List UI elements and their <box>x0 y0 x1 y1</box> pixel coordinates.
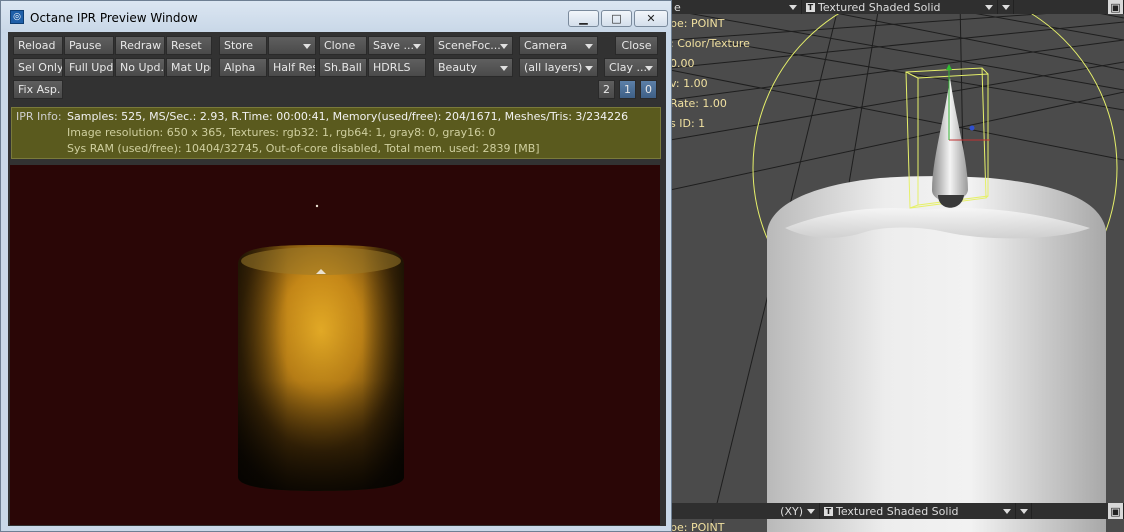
info-line: 0.00 <box>670 57 695 70</box>
gpu-2-button[interactable]: 2 <box>598 80 615 99</box>
store-button[interactable]: Store <box>219 36 267 55</box>
window-title: Octane IPR Preview Window <box>30 11 198 25</box>
ipr-memory-line: Sys RAM (used/free): 10404/32745, Out-of… <box>67 142 540 155</box>
gpu-0-button[interactable]: 0 <box>640 80 657 99</box>
view-type-dropdown[interactable]: e <box>670 0 802 14</box>
render-mode-dropdown[interactable]: T Textured Shaded Solid <box>802 0 998 14</box>
render-preview[interactable] <box>10 165 660 525</box>
render-mode-label: Textured Shaded Solid <box>818 0 941 14</box>
close-button[interactable]: Close <box>615 36 658 55</box>
view-type-dropdown[interactable]: (XY) <box>670 503 820 519</box>
view-type-label: e <box>674 0 681 14</box>
chevron-down-icon <box>789 4 797 10</box>
pause-button[interactable]: Pause <box>64 36 114 55</box>
ipr-info-label: IPR Info: <box>16 110 62 123</box>
close-icon: ✕ <box>646 12 656 25</box>
3d-viewport[interactable]: e T Textured Shaded Solid ▣ pe: POINT : … <box>670 0 1124 532</box>
info-line: s ID: 1 <box>670 117 706 130</box>
octane-app-icon: ◎ <box>10 10 24 24</box>
render-mode-label: Textured Shaded Solid <box>836 504 959 518</box>
camera-icon: ▣ <box>1110 0 1121 14</box>
camera-dropdown[interactable]: Camera <box>519 36 598 55</box>
chevron-down-icon <box>807 508 815 514</box>
minimize-icon: ▁ <box>579 12 588 25</box>
info-line: pe: POINT <box>670 17 725 30</box>
reset-button[interactable]: Reset <box>166 36 212 55</box>
ipr-stats-line: Samples: 525, MS/Sec.: 2.93, R.Time: 00:… <box>67 110 629 123</box>
alpha-button[interactable]: Alpha <box>219 58 267 77</box>
flame-spark <box>315 204 319 208</box>
redraw-button[interactable]: Redraw <box>115 36 165 55</box>
info-line: Rate: 1.00 <box>670 97 727 110</box>
camera-icon: ▣ <box>1110 504 1121 518</box>
layers-dropdown[interactable]: (all layers) <box>519 58 598 77</box>
sel-only-button[interactable]: Sel Only <box>13 58 63 77</box>
maximize-icon: □ <box>611 12 622 25</box>
viewport-header-top: e T Textured Shaded Solid ▣ <box>670 0 1124 14</box>
render-pass-dropdown[interactable]: Beauty <box>433 58 513 77</box>
rendered-candle-image <box>10 165 660 525</box>
shader-ball-button[interactable]: Sh.Ball <box>319 58 367 77</box>
chevron-down-icon <box>1001 4 1010 10</box>
ipr-client-area: Reload Pause Redraw Reset Store Clone Sa… <box>8 32 666 526</box>
ipr-info-panel: IPR Info: Samples: 525, MS/Sec.: 2.93, R… <box>11 107 661 159</box>
viewport-header-bottom: (XY) T Textured Shaded Solid ▣ <box>670 503 1124 519</box>
viewport-options-button[interactable] <box>1016 503 1032 519</box>
camera-snapshot-button[interactable]: ▣ <box>1108 0 1124 14</box>
scene-focus-dropdown[interactable]: SceneFoc... <box>433 36 513 55</box>
chevron-down-icon <box>1003 508 1011 514</box>
half-res-button[interactable]: Half Res <box>268 58 316 77</box>
view-type-label: (XY) <box>780 504 803 518</box>
info-line: v: 1.00 <box>670 77 708 90</box>
clone-button[interactable]: Clone <box>319 36 367 55</box>
chevron-down-icon <box>1019 508 1028 514</box>
ipr-resolution-line: Image resolution: 650 x 365, Textures: r… <box>67 126 496 139</box>
ipr-preview-window: ◎ Octane IPR Preview Window ▁ □ ✕ Reload… <box>0 0 672 532</box>
no-update-button[interactable]: No Upd. <box>115 58 165 77</box>
maximize-button[interactable]: □ <box>601 10 632 27</box>
texture-icon: T <box>806 2 815 12</box>
reload-button[interactable]: Reload <box>13 36 63 55</box>
close-window-button[interactable]: ✕ <box>634 10 668 27</box>
fix-aspect-button[interactable]: Fix Asp. <box>13 80 63 99</box>
full-update-button[interactable]: Full Upd. <box>64 58 114 77</box>
store-slot-dropdown[interactable] <box>268 36 316 55</box>
save-dropdown[interactable]: Save ... <box>368 36 426 55</box>
minimize-button[interactable]: ▁ <box>568 10 599 27</box>
z-axis-marker <box>969 125 975 131</box>
camera-snapshot-button[interactable]: ▣ <box>1108 503 1124 519</box>
title-bar[interactable]: ◎ Octane IPR Preview Window ▁ □ ✕ <box>1 1 671 33</box>
viewport-info-overlay: pe: POINT : Color/Texture 0.00 v: 1.00 R… <box>670 14 750 134</box>
gpu-1-button[interactable]: 1 <box>619 80 636 99</box>
chevron-down-icon <box>985 4 993 10</box>
render-mode-dropdown[interactable]: T Textured Shaded Solid <box>820 503 1016 519</box>
info-line: pe: POINT <box>670 521 725 532</box>
viewport-options-button[interactable] <box>998 0 1014 14</box>
info-line: : Color/Texture <box>670 37 750 50</box>
texture-icon: T <box>824 506 833 516</box>
clay-mode-dropdown[interactable]: Clay ... <box>604 58 658 77</box>
hdrls-button[interactable]: HDRLS <box>368 58 426 77</box>
mat-update-button[interactable]: Mat Upd <box>166 58 212 77</box>
